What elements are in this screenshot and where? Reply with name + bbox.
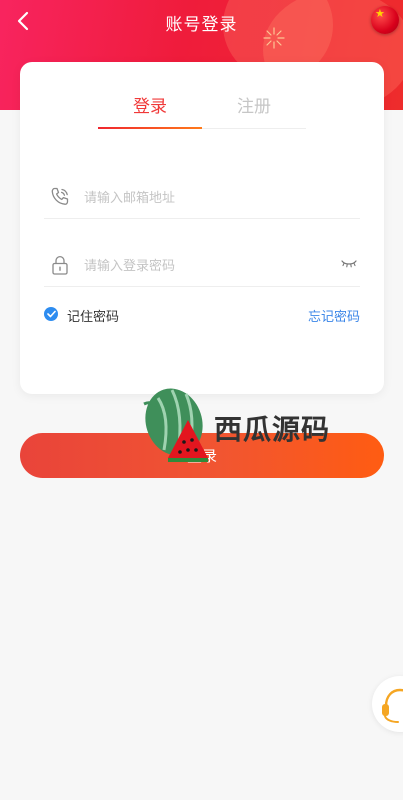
tab-register[interactable]: 注册 [202,92,306,117]
page-title: 账号登录 [165,15,238,35]
headset-icon [382,688,403,723]
email-input[interactable] [82,186,336,210]
password-field [44,246,360,287]
auth-tabs: 登录 注册 [98,92,306,129]
active-tab-indicator [98,127,202,129]
sparkle-icon [263,27,285,49]
eye-closed-icon[interactable] [340,257,358,271]
forgot-password-link[interactable]: 忘记密码 [308,306,360,325]
login-page: 账号登录 ★ 登录 注册 请输入邮箱地址 记住密码 忘记密码 登录 西瓜源码 [0,0,403,800]
check-icon [46,310,56,318]
phone-icon [51,187,69,205]
login-button[interactable]: 登录 [20,433,384,478]
email-field [44,178,360,219]
password-input[interactable] [82,254,336,278]
language-switch-button[interactable]: ★ [371,6,399,34]
tab-login[interactable]: 登录 [98,92,202,117]
support-float-button[interactable] [372,676,403,732]
remember-row: 记住密码 忘记密码 [44,306,360,326]
remember-label[interactable]: 记住密码 [67,306,119,325]
login-card: 登录 注册 请输入邮箱地址 记住密码 忘记密码 [20,62,384,394]
lock-icon [52,255,68,275]
remember-checkbox[interactable] [44,307,58,321]
china-flag-icon: ★ [375,7,385,20]
